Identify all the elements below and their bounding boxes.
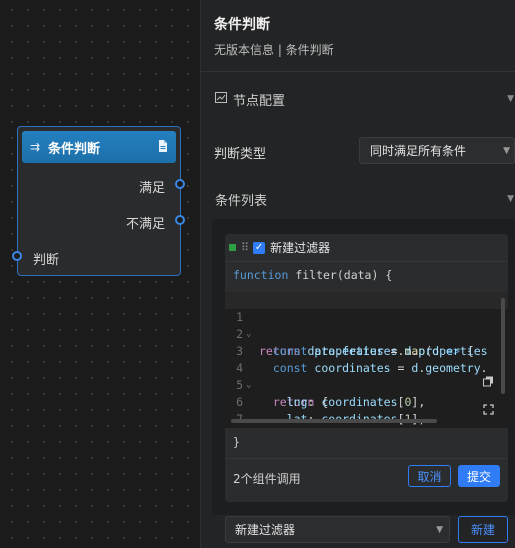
filter-card: ⠿ ✓ 新建过滤器 function filter(data) { 1 ⌄ re… [225, 234, 508, 502]
cancel-button[interactable]: 取消 [408, 465, 451, 487]
function-signature: function filter(data) { [233, 268, 392, 282]
chart-icon [215, 92, 227, 106]
output-port-satisfied[interactable] [175, 179, 185, 189]
judge-type-select[interactable]: 同时满足所有条件 ▼ [359, 137, 515, 164]
section-condition-list[interactable]: 条件列表 ▼ [201, 186, 515, 212]
chevron-down-icon: ▼ [436, 524, 443, 535]
chevron-down-icon: ▼ [503, 145, 510, 156]
status-indicator [229, 244, 236, 251]
filter-title: 新建过滤器 [270, 241, 331, 255]
new-filter-select-value: 新建过滤器 [235, 523, 296, 537]
signature-keyword: function [233, 268, 289, 282]
section-node-config[interactable]: 节点配置 ▼ [201, 86, 515, 112]
function-closing-brace: } [233, 435, 240, 449]
drag-handle-icon[interactable]: ⠿ [241, 241, 249, 254]
node-header[interactable]: ⇉ 条件判断 [22, 131, 176, 163]
code-line: 2 const properties = d.properties [225, 309, 508, 358]
filter-card-header: ⠿ ✓ 新建过滤器 [225, 234, 508, 262]
panel-subtitle: 无版本信息 | 条件判断 [214, 43, 334, 57]
code-line: 4 ⌄ return { [225, 343, 508, 409]
code-line: 3 const coordinates = d.geometry. [225, 326, 508, 375]
code-line: 7 value: d.properties.value [225, 394, 508, 426]
panel-title: 条件判断 [214, 17, 270, 33]
new-filter-button[interactable]: 新建 [458, 516, 508, 543]
usage-count: 2个组件调用 [233, 472, 301, 486]
submit-button[interactable]: 提交 [458, 465, 500, 487]
collapse-arrow-icon[interactable]: ▼ [507, 194, 514, 204]
output-port-unsatisfied[interactable] [175, 215, 185, 225]
filter-enabled-checkbox[interactable]: ✓ [253, 241, 266, 254]
judge-type-value: 同时满足所有条件 [370, 144, 467, 158]
code-line: 1 ⌄ return data.features.map(d => { [225, 292, 508, 358]
filter-card-footer: 2个组件调用 取消 提交 [225, 458, 508, 502]
signature-text: filter(data) { [288, 268, 393, 282]
input-port-judge[interactable] [12, 251, 22, 261]
condition-node[interactable]: ⇉ 条件判断 满足 不满足 判断 [12, 126, 185, 276]
node-title: 条件判断 [48, 141, 101, 157]
section-node-config-label: 节点配置 [233, 93, 286, 109]
panel-header: 条件判断 无版本信息 | 条件判断 [201, 0, 515, 72]
code-line: 6 lat: coordinates[1], [225, 377, 508, 426]
output-label-unsatisfied: 不满足 [126, 217, 166, 232]
input-label-judge: 判断 [33, 253, 60, 268]
code-line: 5 lng: coordinates[0], [225, 360, 508, 409]
document-icon[interactable] [158, 139, 168, 155]
output-label-satisfied: 满足 [139, 181, 166, 196]
expand-icon[interactable] [483, 404, 494, 418]
section-condition-list-label: 条件列表 [215, 193, 268, 209]
copy-icon[interactable] [483, 376, 494, 390]
collapse-arrow-icon[interactable]: ▼ [507, 94, 514, 104]
new-filter-select[interactable]: 新建过滤器 ▼ [225, 516, 450, 543]
horizontal-scrollbar[interactable] [231, 419, 437, 423]
judge-type-label: 判断类型 [214, 147, 267, 162]
code-editor[interactable]: 1 ⌄ return data.features.map(d => { 2 co… [225, 292, 508, 428]
branch-icon: ⇉ [30, 140, 41, 154]
vertical-scrollbar[interactable] [501, 298, 505, 394]
flow-canvas[interactable]: ⇉ 条件判断 满足 不满足 判断 [0, 0, 200, 548]
